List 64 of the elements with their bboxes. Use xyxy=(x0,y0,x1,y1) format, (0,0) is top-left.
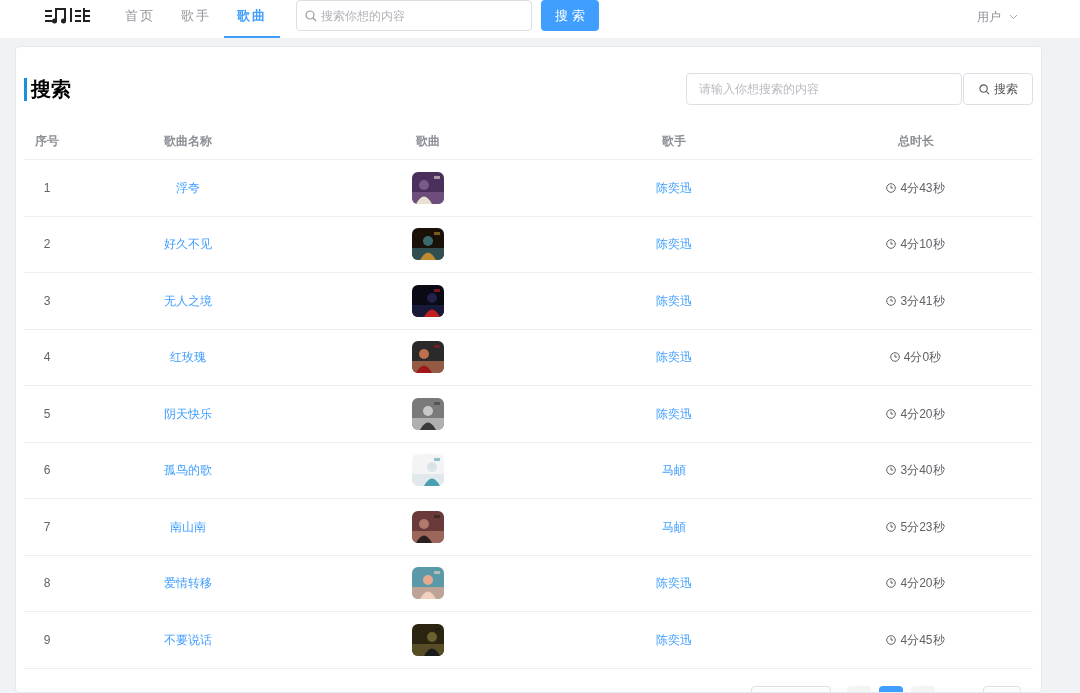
search-field[interactable]: 请输入你想搜索的内容 xyxy=(686,73,962,105)
chevron-down-icon xyxy=(1009,14,1018,20)
artist-link[interactable]: 陈奕迅 xyxy=(656,630,692,649)
song-link[interactable]: 好久不见 xyxy=(164,235,212,254)
clock-icon xyxy=(886,408,897,419)
song-link[interactable]: 浮夸 xyxy=(176,178,200,197)
song-link[interactable]: 阴天快乐 xyxy=(164,404,212,423)
table-cell-text: 3分40秒 xyxy=(900,462,945,480)
artist-link[interactable]: 陈奕迅 xyxy=(656,291,692,310)
table-cell-text: 5 xyxy=(43,405,51,423)
song-link[interactable]: 不要说话 xyxy=(164,630,212,649)
table-cell-text: 6 xyxy=(43,462,51,480)
table-cell-text: 3 xyxy=(43,292,51,310)
clock-icon xyxy=(886,295,897,306)
song-link[interactable]: 孤鸟的歌 xyxy=(164,461,212,480)
nav-tab[interactable]: 歌手 xyxy=(168,0,224,38)
column-header: 歌曲 xyxy=(416,133,440,150)
table-cell-text: 5分23秒 xyxy=(900,518,945,536)
clock-icon xyxy=(886,465,897,476)
artist-link[interactable]: 陈奕迅 xyxy=(656,235,692,254)
artist-link[interactable]: 陈奕迅 xyxy=(656,178,692,197)
table-cell-text: 3分41秒 xyxy=(900,292,945,310)
search-icon xyxy=(305,10,317,22)
search-button[interactable]: 搜索 xyxy=(963,73,1033,105)
artist-link[interactable]: 陈奕迅 xyxy=(656,348,692,367)
clock-icon xyxy=(889,352,900,363)
nav-tab[interactable]: 首页 xyxy=(112,0,168,38)
title-accent-bar xyxy=(24,77,27,101)
table-cell-text: 4分10秒 xyxy=(900,236,945,254)
clock-icon xyxy=(886,239,897,250)
table-cell-text: 4分20秒 xyxy=(900,575,945,593)
column-header: 歌曲名称 xyxy=(164,133,212,150)
artist-link[interactable]: 马頔 xyxy=(662,517,686,536)
clock-icon xyxy=(886,521,897,532)
column-header: 序号 xyxy=(35,133,59,150)
table-cell-text: 7 xyxy=(43,518,51,536)
song-link[interactable]: 无人之境 xyxy=(164,291,212,310)
clock-icon xyxy=(886,578,897,589)
table-cell-text: 2 xyxy=(43,236,51,254)
user-menu[interactable]: 用户 xyxy=(977,8,1001,26)
song-link[interactable]: 南山南 xyxy=(170,517,206,536)
table-cell-text: 9 xyxy=(43,631,51,649)
artist-link[interactable]: 马頔 xyxy=(662,461,686,480)
column-header: 总时长 xyxy=(897,133,934,150)
search-button[interactable]: 搜 索 xyxy=(541,0,599,31)
search-icon xyxy=(978,83,990,95)
artist-link[interactable]: 陈奕迅 xyxy=(656,574,692,593)
artist-link[interactable]: 陈奕迅 xyxy=(656,404,692,423)
logo-icon xyxy=(45,6,90,24)
table-cell-text: 4分20秒 xyxy=(900,405,945,423)
search-field[interactable]: 搜索你想的内容 xyxy=(296,0,532,31)
nav-tab[interactable]: 歌曲 xyxy=(224,0,280,38)
song-link[interactable]: 红玫瑰 xyxy=(170,348,206,367)
clock-icon xyxy=(886,634,897,645)
song-link[interactable]: 爱情转移 xyxy=(164,574,212,593)
column-header: 歌手 xyxy=(662,133,686,150)
clock-icon xyxy=(886,182,897,193)
table-cell-text: 1 xyxy=(43,179,51,197)
table-cell-text: 4分43秒 xyxy=(900,179,945,197)
table-cell-text: 4 xyxy=(43,349,51,367)
table-cell-text: 8 xyxy=(43,575,51,593)
table-cell-text: 4分0秒 xyxy=(903,349,942,367)
table-cell-text: 4分45秒 xyxy=(900,631,945,649)
panel-title: 搜索 xyxy=(31,77,71,102)
